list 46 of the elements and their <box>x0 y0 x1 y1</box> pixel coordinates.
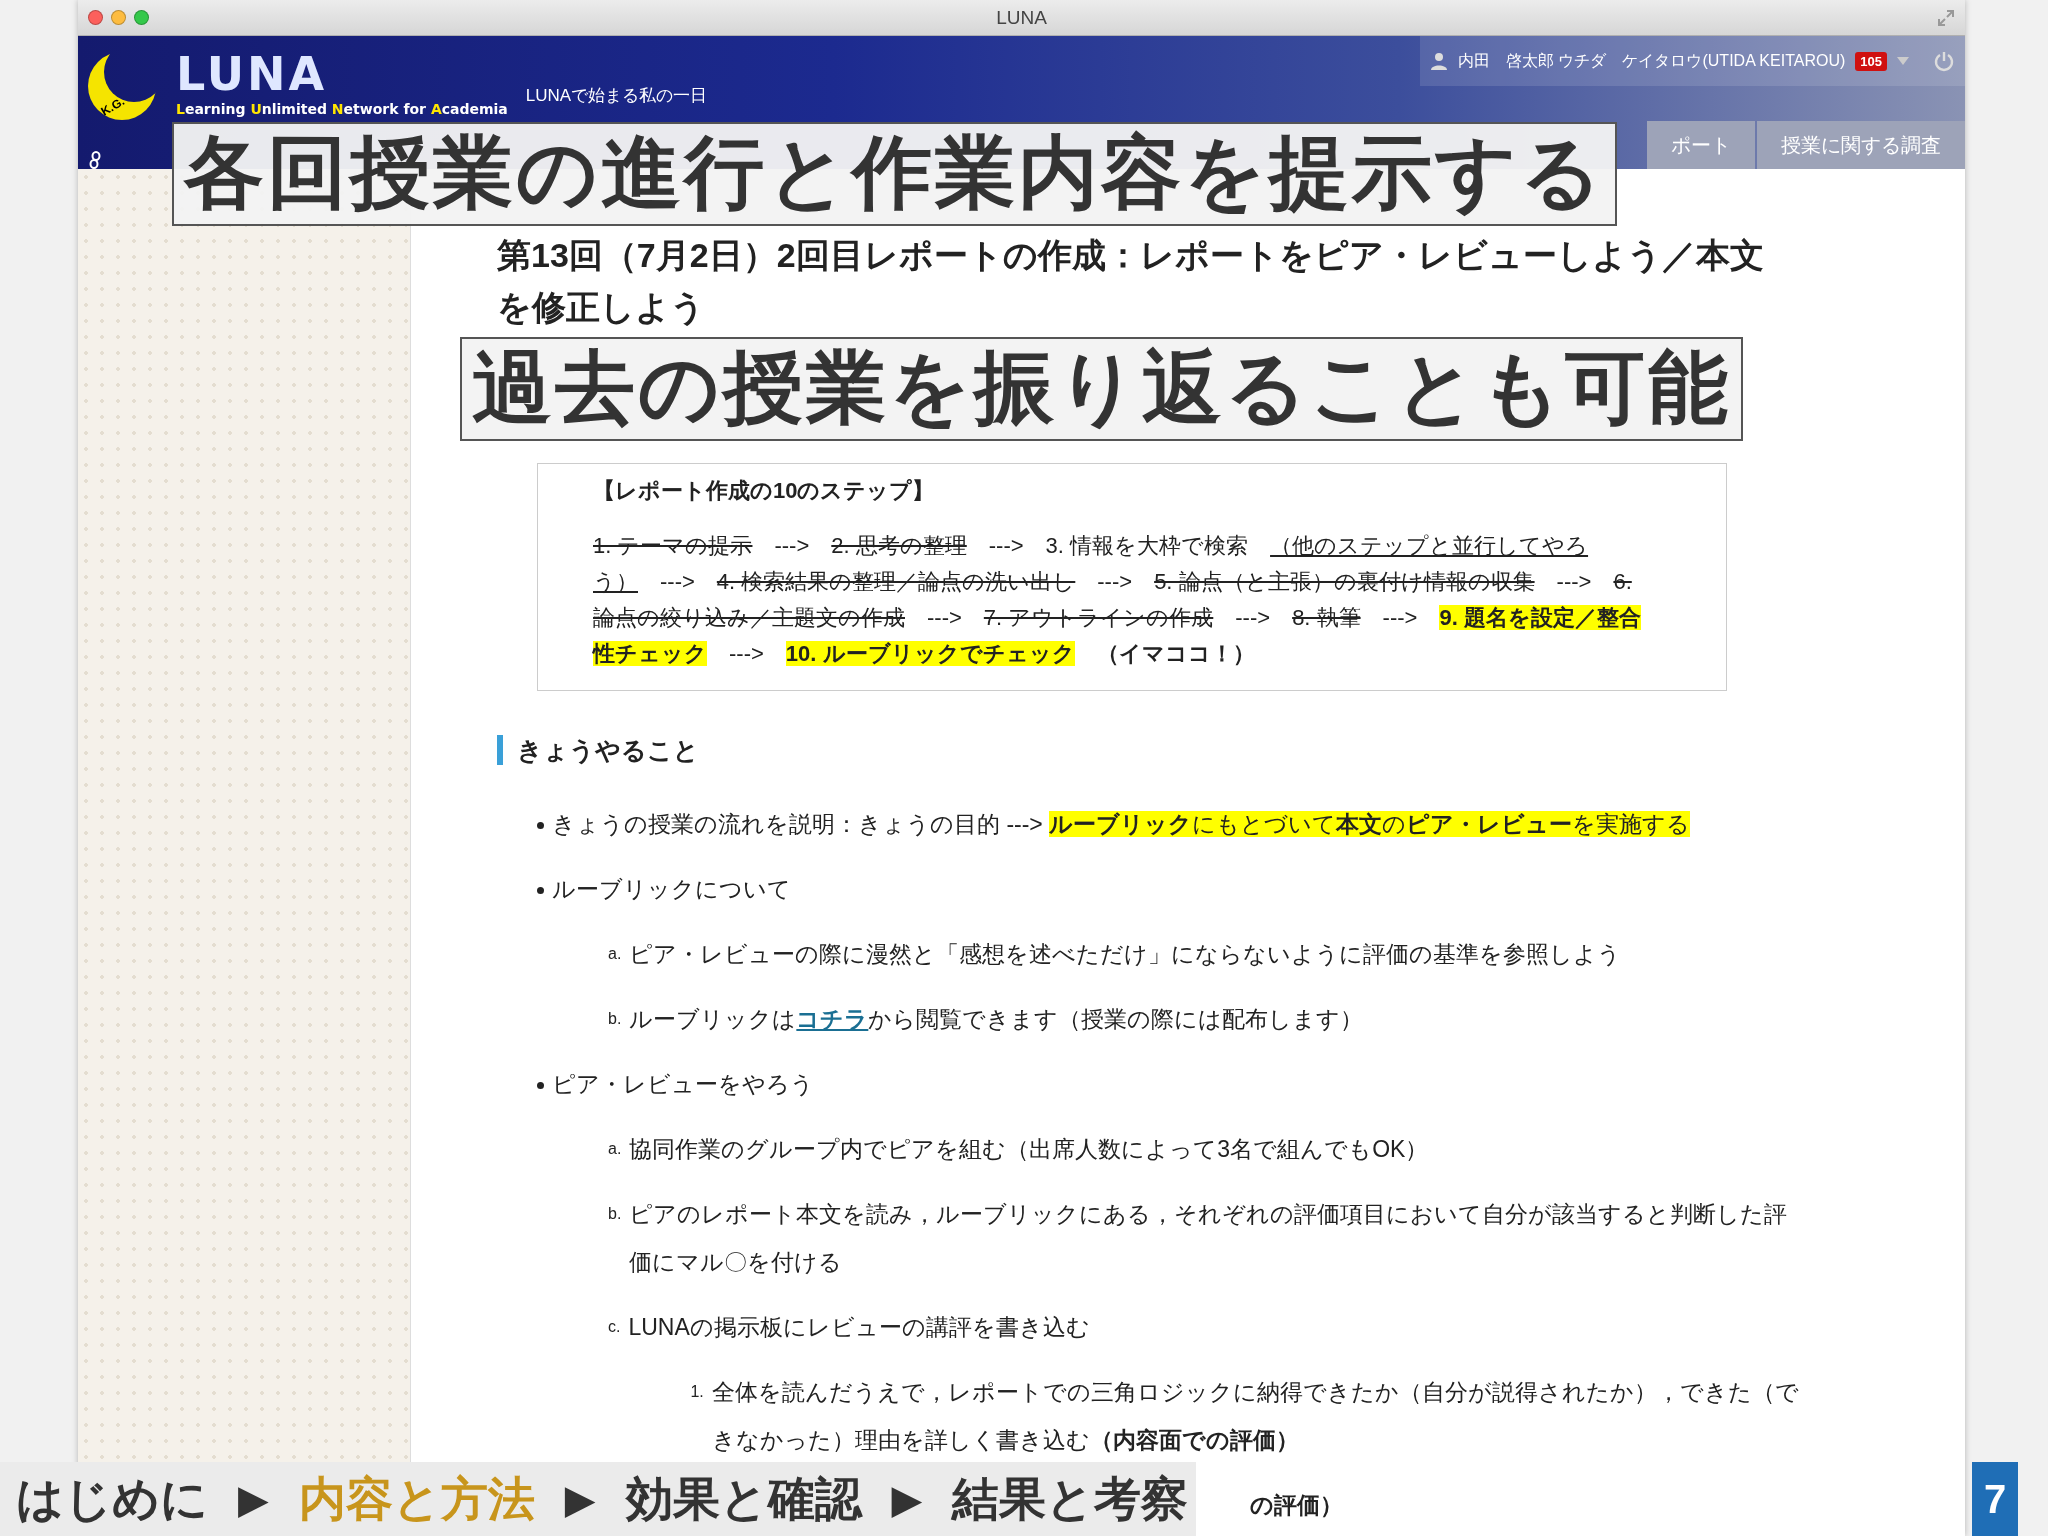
list-marker: a. <box>608 944 622 964</box>
tab[interactable]: 授業に関する調査 <box>1757 121 1965 169</box>
section-title: きょうやること <box>497 735 1805 765</box>
list-marker: a. <box>608 1139 622 1159</box>
list-item-text: ルーブリックは コチラ から閲覧できます（授業の際には配布します） <box>629 1005 1364 1034</box>
notification-badge: 105 <box>1855 51 1887 71</box>
logo-subtitle: Learning Unlimited Network for Academia <box>176 101 508 117</box>
minimize-button[interactable] <box>111 10 126 25</box>
fullscreen-icon[interactable] <box>1937 8 1955 27</box>
user-name[interactable]: 内田 啓太郎 ウチダ ケイタロウ(UTIDA KEITAROU) <box>1458 50 1846 72</box>
separator-arrow: ▶ <box>891 1476 923 1522</box>
list-item-text: の評価） <box>1250 1491 1344 1520</box>
close-button[interactable] <box>88 10 103 25</box>
rubric-link[interactable]: コチラ <box>796 1006 869 1032</box>
list-item-text: 協同作業のグループ内でピアを組む（出席人数によって3名で組んでもOK） <box>629 1135 1429 1164</box>
list-item-text: ピアのレポート本文を読み，ルーブリックにある，それぞれの評価項目において自分が該当すると判断した評価にマル〇を付ける <box>629 1200 1789 1277</box>
window-title: LUNA <box>996 6 1047 29</box>
user-icon <box>1430 52 1449 70</box>
list-marker: b. <box>608 1204 622 1224</box>
page-number: 7 <box>1972 1462 2018 1536</box>
bullet-icon <box>537 887 544 894</box>
page-heading: 第13回（7月2日）2回目レポートの作成：レポートをピア・レビューしよう／本文を修正しよう <box>497 235 1765 328</box>
bullet-icon <box>537 1082 544 1089</box>
list-item-text: LUNAの掲示板にレビューの講評を書き込む <box>628 1313 1091 1342</box>
list-item-text: ピア・レビューをやろう <box>552 1070 815 1099</box>
caption: 各回授業の進行と作業内容を提示する <box>172 122 1617 226</box>
list-item-text: 全体を読んだうえで，レポートでの三角ロジックに納得できたか（自分が説得されたか），できた（できなかった）理由を詳しく書き込む（内容面での評価） <box>711 1378 1800 1455</box>
logo-text: LUNA <box>176 51 329 97</box>
bullet-icon <box>537 822 544 829</box>
steps-title: 【レポート作成の10のステップ】 <box>593 477 936 505</box>
power-icon[interactable] <box>1933 50 1955 72</box>
link-icon[interactable] <box>88 151 102 169</box>
tagline: LUNAで始まる私の一日 <box>525 84 708 107</box>
caption: 過去の授業を振り返ることも可能 <box>460 337 1743 441</box>
list-item-text: きょうの授業の流れを説明：きょうの目的 ---> ルーブリックにもとづいて本文のピア・レビューを実施する <box>552 810 1691 839</box>
steps-text: 1. テーマの提示 ---> 2. 思考の整理 ---> 3. 情報を大枠で検索 （他のステップと並行してやろう） ---> 4. 検索結果の整理／論点の洗い出し ---> 5. 論点（と主張）の裏付け情報の収集 ---> 6. 論点の絞り込み／主題文の作成 ---> 7. アウトラインの作成 ---> 8. 執筆 ---> 9. 題名を設定／整合性チェック ---> 10. ルーブリックでチェック （イマココ！） <box>593 532 1642 668</box>
list-marker: b. <box>608 1009 622 1029</box>
zoom-button[interactable] <box>134 10 149 25</box>
separator-arrow: ▶ <box>564 1476 596 1522</box>
list-marker: 1. <box>690 1382 704 1402</box>
list-item-text: ピア・レビューの際に漫然と「感想を述べただけ」にならないように評価の基準を参照しよう <box>629 940 1622 969</box>
separator-arrow: ▶ <box>238 1476 269 1522</box>
list-marker: c. <box>608 1317 621 1337</box>
caret-icon[interactable] <box>1897 57 1909 65</box>
list-item-text: ルーブリックについて <box>552 875 792 904</box>
tab[interactable]: ポート <box>1647 121 1755 169</box>
